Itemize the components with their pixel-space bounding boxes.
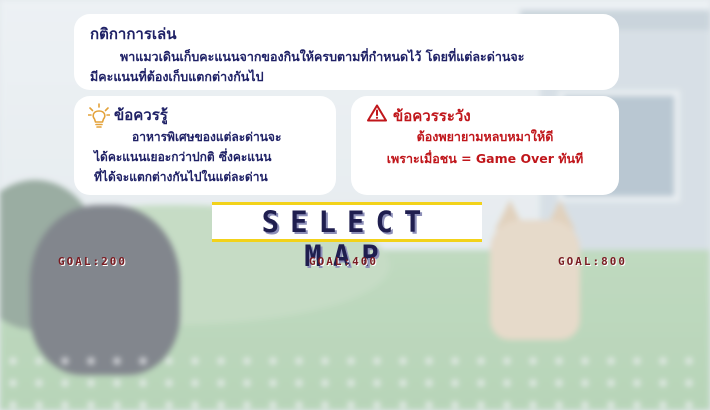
tips-line-3: ที่ได้จะแตกต่างกันไปในแต่ละด่าน (94, 170, 268, 184)
rules-line-2: มีคะแนนที่ต้องเก็บแตกต่างกันไป (90, 69, 264, 84)
warning-card: ข้อควรระวัง ต้องพยายามหลบหมาให้ดี เพราะเ… (351, 96, 619, 195)
tips-card: ข้อควรรู้ อาหารพิเศษของแต่ละด่านจะ ได้คะ… (74, 96, 336, 195)
tips-line-1: อาหารพิเศษของแต่ละด่านจะ (132, 130, 282, 144)
rules-title: กติกาการเล่น (90, 25, 177, 43)
map-1-goal-label[interactable]: GOAL:200 (58, 255, 127, 268)
warning-line-2: เพราะเมื่อชน = Game Over ทันที (386, 151, 584, 166)
tips-text: อาหารพิเศษของแต่ละด่านจะ ได้คะแนนเยอะกว่… (94, 127, 329, 187)
rules-text: พาแมวเดินเก็บคะแนนจากของกินให้ครบตามที่ก… (90, 47, 603, 87)
map-2-goal-label[interactable]: GOAL:400 (309, 255, 378, 268)
warning-text: ต้องพยายามหลบหมาให้ดี เพราะเมื่อชน = Gam… (351, 126, 619, 170)
rules-card: กติกาการเล่น พาแมวเดินเก็บคะแนนจากของกิน… (74, 14, 619, 90)
warning-triangle-icon (367, 104, 387, 122)
warning-title: ข้อควรระวัง (393, 107, 471, 125)
rules-line-1: พาแมวเดินเก็บคะแนนจากของกินให้ครบตามที่ก… (120, 49, 525, 64)
warning-line-1: ต้องพยายามหลบหมาให้ดี (416, 129, 554, 144)
lightbulb-icon (88, 103, 110, 128)
tips-title: ข้อควรรู้ (114, 106, 168, 124)
map-3-goal-label[interactable]: GOAL:800 (558, 255, 627, 268)
select-map-banner: SELECT MAP (212, 202, 482, 273)
tips-line-2: ได้คะแนนเยอะกว่าปกติ ซึ่งคะแนน (94, 150, 272, 164)
